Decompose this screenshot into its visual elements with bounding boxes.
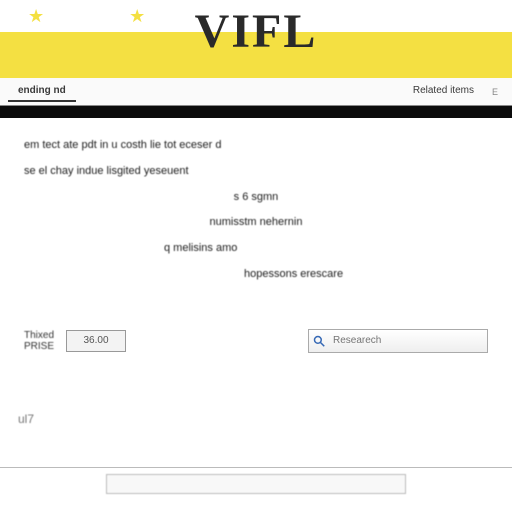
body-line-4: numisstm nehernin bbox=[24, 213, 488, 233]
header-banner: ★ ★ VIFL bbox=[0, 0, 512, 78]
body-line-3: s 6 sgmn bbox=[24, 188, 488, 208]
body-line-5: q melisins amo bbox=[24, 239, 488, 259]
form-label-group: Thixed PRISE bbox=[24, 330, 54, 352]
form-row: Thixed PRISE 36.00 bbox=[0, 329, 512, 353]
tab-related[interactable]: Related items bbox=[403, 81, 484, 102]
brand-logo-text: VIFL bbox=[195, 4, 318, 59]
search-box[interactable] bbox=[308, 329, 488, 353]
amount-field[interactable]: 36.00 bbox=[66, 330, 126, 352]
main-content: em tect ate pdt in u costh lie tot ecese… bbox=[0, 118, 512, 301]
search-input[interactable] bbox=[329, 335, 487, 346]
footer-input[interactable] bbox=[106, 474, 406, 494]
star-icons: ★ ★ bbox=[0, 6, 185, 27]
footer-divider bbox=[0, 467, 512, 468]
body-line-6: hopessons erescare bbox=[24, 265, 488, 285]
tab-hint: E bbox=[492, 87, 504, 97]
body-line-1: em tect ate pdt in u costh lie tot ecese… bbox=[24, 136, 488, 156]
body-text: em tect ate pdt in u costh lie tot ecese… bbox=[24, 136, 488, 285]
divider-bar bbox=[0, 106, 512, 118]
app-window: ★ ★ VIFL ending nd Related items E em te… bbox=[0, 0, 512, 512]
tab-primary[interactable]: ending nd bbox=[8, 81, 76, 102]
form-label-2: PRISE bbox=[24, 341, 54, 352]
body-line-2: se el chay indue lisgited yeseuent bbox=[24, 162, 488, 182]
search-icon bbox=[309, 331, 329, 351]
tab-row: ending nd Related items E bbox=[0, 78, 512, 106]
watermark-text: ul7 bbox=[18, 412, 34, 426]
form-label-1: Thixed bbox=[24, 330, 54, 341]
